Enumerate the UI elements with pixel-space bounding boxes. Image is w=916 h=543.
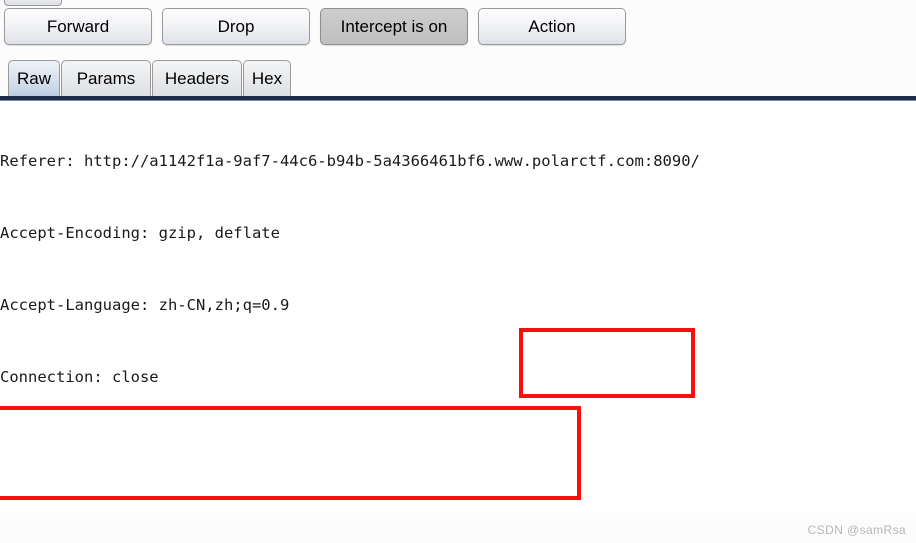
header-line-referer: Referer: http://a1142f1a-9af7-44c6-b94b-… xyxy=(0,152,700,170)
tab-raw[interactable]: Raw xyxy=(8,60,60,97)
intercept-toggle-button[interactable]: Intercept is on xyxy=(320,8,468,45)
partial-top-button[interactable] xyxy=(4,0,62,6)
forward-button[interactable]: Forward xyxy=(4,8,152,45)
tab-headers[interactable]: Headers xyxy=(152,60,242,97)
tab-hex[interactable]: Hex xyxy=(243,60,291,97)
raw-message-text[interactable]: Referer: http://a1142f1a-9af7-44c6-b94b-… xyxy=(0,101,700,513)
drop-button[interactable]: Drop xyxy=(162,8,310,45)
watermark-label: CSDN @samRsa xyxy=(807,523,906,537)
raw-message-panel[interactable]: Referer: http://a1142f1a-9af7-44c6-b94b-… xyxy=(0,101,916,513)
intercept-toolbar: Forward Drop Intercept is on Action xyxy=(0,8,916,50)
action-button[interactable]: Action xyxy=(478,8,626,45)
message-view-tabs: Raw Params Headers Hex xyxy=(0,60,916,98)
tab-params[interactable]: Params xyxy=(61,60,151,97)
multipart-boundary-1: ------WebKitFormBoundaryWx76ZPRoyKxadenx xyxy=(0,509,700,513)
header-line-accept-language: Accept-Language: zh-CN,zh;q=0.9 xyxy=(0,296,290,314)
header-line-connection: Connection: close xyxy=(0,368,159,386)
header-line-accept-encoding: Accept-Encoding: gzip, deflate xyxy=(0,224,280,242)
blank-line-1 xyxy=(0,437,700,461)
burp-intercept-window: Forward Drop Intercept is on Action Raw … xyxy=(0,0,916,543)
